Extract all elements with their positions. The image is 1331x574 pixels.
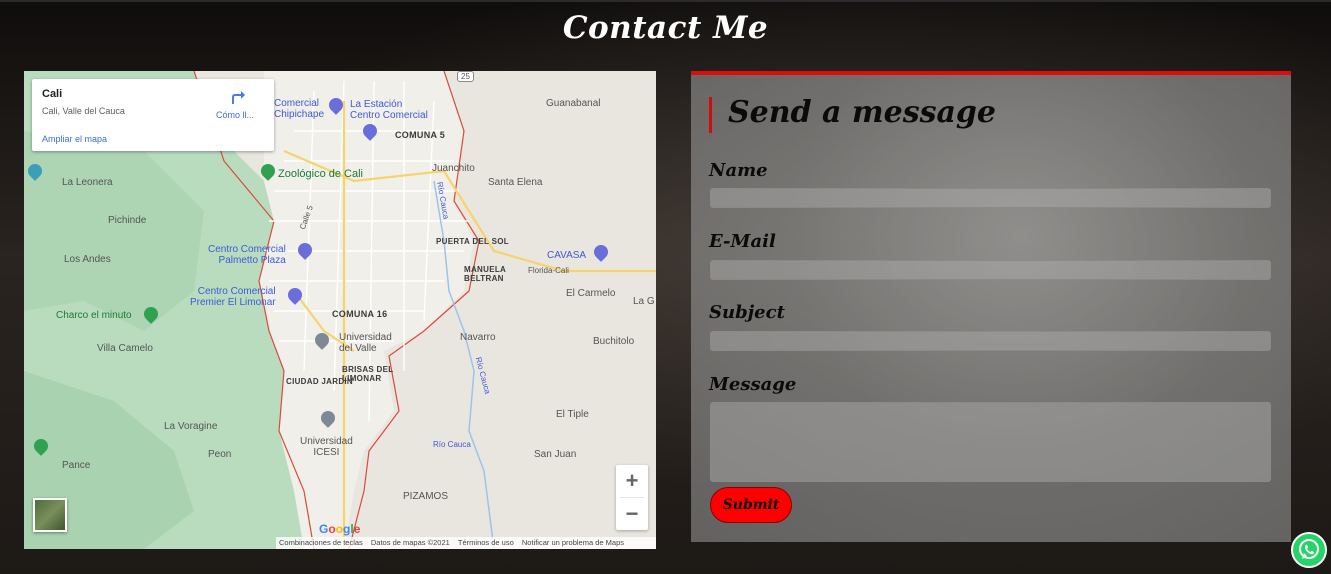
map-label: Juanchito: [432, 163, 475, 174]
map-label: PIZAMOS: [403, 491, 449, 502]
embedded-map[interactable]: Comercial Chipichape La Estación Centro Co…: [24, 71, 656, 549]
message-field[interactable]: [710, 402, 1271, 482]
map-data-text: Datos de mapas ©2021: [370, 538, 450, 547]
page-title: Contact Me: [562, 10, 769, 46]
map-label: CAVASA: [547, 250, 587, 261]
top-strip: [0, 0, 1331, 2]
map-label: Buchitolo: [593, 336, 635, 347]
map-label: El Carmelo: [566, 288, 616, 299]
map-label: Villa Camelo: [97, 343, 153, 354]
zoom-out-button[interactable]: −: [616, 498, 648, 530]
map-label: Guanabanal: [546, 98, 601, 109]
keyboard-shortcuts-link[interactable]: Combinaciones de teclas: [279, 538, 363, 547]
map-label: Comercial Chipichape: [274, 98, 325, 120]
map-label: Río Cauca: [433, 440, 471, 449]
zoom-in-button[interactable]: +: [616, 465, 648, 497]
name-field[interactable]: [710, 188, 1271, 208]
satellite-toggle[interactable]: [33, 498, 67, 532]
map-label: COMUNA 5: [395, 130, 446, 140]
google-logo: Google: [319, 522, 361, 536]
place-info-card: Cali Cali, Valle del Cauca Ampliar el ma…: [32, 79, 274, 151]
whatsapp-button[interactable]: [1291, 532, 1327, 568]
map-label: Universidad ICESI: [300, 436, 353, 458]
map-label: COMUNA 16: [332, 309, 388, 319]
enlarge-map-link[interactable]: Ampliar el mapa: [42, 134, 107, 144]
map-label: CIUDAD JARDÍN: [286, 377, 354, 386]
map-attribution: Combinaciones de teclas Datos de mapas ©…: [276, 537, 656, 549]
map-label: PUERTA DEL SOL: [436, 237, 509, 246]
map-label: Universidad del Valle: [339, 332, 392, 354]
place-name: Cali: [42, 88, 63, 100]
map-label: Centro Comercial Palmetto Plaza: [208, 244, 286, 266]
contact-form-panel: Send a message Name E-Mail Subject Messa…: [691, 71, 1291, 542]
heading-accent-bar: [709, 97, 712, 133]
report-problem-link[interactable]: Notificar un problema de Maps: [522, 538, 624, 547]
map-label: MANUELA BELTRAN: [464, 265, 507, 283]
map-label: Navarro: [460, 332, 496, 343]
email-field[interactable]: [710, 260, 1271, 280]
map-label: Pance: [62, 460, 91, 471]
email-label: E-Mail: [709, 231, 776, 252]
zoom-control: + −: [616, 465, 648, 530]
map-label: El Tiple: [556, 409, 589, 420]
map-label: Zoológico de Cali: [278, 168, 363, 180]
map-label: Centro Comercial Premier El Limonar: [190, 286, 276, 308]
map-label: Pichinde: [108, 215, 147, 226]
map-label: Santa Elena: [488, 177, 543, 188]
map-label: La Estación Centro Comercial: [350, 99, 428, 121]
form-heading: Send a message: [728, 95, 996, 130]
whatsapp-icon: [1299, 539, 1319, 559]
map-label: La G: [633, 296, 655, 307]
place-address: Cali, Valle del Cauca: [42, 106, 125, 116]
submit-button[interactable]: Submit: [710, 487, 792, 523]
map-label: La Leonera: [62, 177, 113, 188]
name-label: Name: [709, 160, 768, 181]
map-label: San Juan: [534, 449, 577, 460]
map-label: La Voragine: [164, 421, 218, 432]
subject-label: Subject: [709, 302, 785, 323]
directions-icon[interactable]: [229, 88, 247, 106]
subject-field[interactable]: [710, 331, 1271, 351]
map-label: Charco el minuto: [56, 310, 132, 321]
directions-label[interactable]: Cómo ll...: [216, 110, 254, 120]
message-label: Message: [709, 374, 797, 395]
map-label: Los Andes: [64, 254, 111, 265]
route-shield: 25: [457, 71, 474, 82]
map-label: Florida-Cali: [528, 266, 569, 275]
terms-link[interactable]: Términos de uso: [458, 538, 514, 547]
map-label: Peon: [208, 449, 232, 460]
